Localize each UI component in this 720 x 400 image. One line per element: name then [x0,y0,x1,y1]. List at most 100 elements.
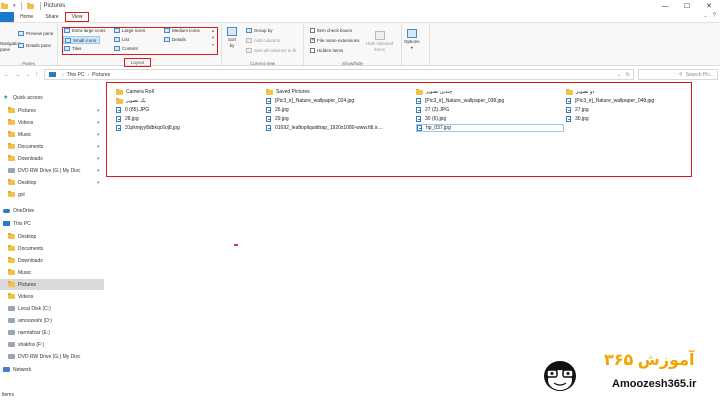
forward-arrow-icon[interactable]: → [15,72,21,78]
sidebar-item[interactable]: This PC [0,218,104,229]
sidebar-item[interactable]: DVD RW Drive (G:) My Disc ✦ [0,165,104,176]
file-item[interactable]: 26.jpg [266,106,406,114]
image-file-icon [116,107,121,113]
sidebar-item[interactable]: Videos ✦ [0,117,104,128]
folder-icon [8,155,15,161]
chevron-down-icon[interactable]: ⌄ [703,13,707,19]
folder-item[interactable]: یک تصویر [116,97,256,105]
chevron-down-icon[interactable]: ⌄ [26,72,30,78]
sidebar-item[interactable]: DVD RW Drive (G:) My Disc [0,351,104,362]
address-bar[interactable]: › This PC › Pictures ⌄ ↻ [44,69,634,80]
sidebar-item[interactable]: Network [0,364,104,375]
folder-icon [266,88,273,95]
folder-icon [8,119,15,125]
sidebar-item[interactable]: Pictures ✦ [0,105,104,116]
tab-share[interactable]: Share [39,12,64,22]
sidebar-item[interactable]: gol [0,189,104,200]
file-item[interactable]: 28.jpg [116,115,256,123]
minimize-button[interactable]: — [654,0,676,12]
search-box[interactable]: ⚲ Search Pic... [638,69,718,80]
file-item[interactable]: hp_037.jpg [416,124,564,132]
sidebar-item[interactable]: Pictures [0,279,104,290]
breadcrumb-this-pc[interactable]: This PC [67,72,85,78]
hidden-items-toggle[interactable]: Hidden items [310,48,343,53]
options-button[interactable]: Options ▾ [404,29,420,50]
folder-item[interactable]: Saved Pictures [266,88,406,96]
file-name: یک تصویر [126,98,146,104]
help-icon[interactable]: ? [713,13,716,19]
tab-view[interactable]: View [64,12,90,22]
tab-file[interactable] [0,12,14,22]
item-check-boxes-toggle[interactable]: Item check boxes [310,28,352,33]
file-name-extensions-toggle[interactable]: File name extensions [310,37,360,43]
sidebar-item[interactable]: Documents ✦ [0,141,104,152]
tab-home[interactable]: Home [14,12,39,22]
image-file-icon [266,116,271,122]
file-item[interactable]: 01692_leaftopliquidtrap_1920x1080-www.fd… [266,124,406,132]
sidebar-item[interactable]: Desktop [0,231,104,242]
file-item[interactable]: 29.jpg [266,115,406,123]
sidebar-item[interactable]: Downloads [0,255,104,266]
breadcrumb-pictures[interactable]: Pictures [92,72,110,78]
sidebar-item[interactable]: shakhsi (F:) [0,339,104,350]
close-button[interactable]: ✕ [698,0,720,12]
file-name: چندین تصویر [426,89,453,95]
file-name-extensions-checkbox[interactable] [310,37,315,43]
sidebar-item[interactable]: Music [0,267,104,278]
add-columns-button[interactable]: Add columns [246,38,280,43]
folder-item[interactable]: چندین تصویر [416,88,556,96]
up-arrow-icon[interactable]: ↑ [35,72,38,78]
sidebar-item-label: DVD RW Drive (G:) My Disc [18,353,81,360]
hide-selected-items-button[interactable]: Hide selected items [366,31,393,53]
preview-pane-button[interactable]: Preview pane [18,31,53,36]
folder-icon [8,233,15,239]
file-item[interactable]: [Pic3_ir]_Nature_wallpaper_024.jpg [266,97,406,105]
file-item[interactable]: 30 (6).jpg [416,115,556,123]
refresh-icon[interactable]: ↻ [626,72,630,78]
sidebar-item[interactable]: Downloads ✦ [0,153,104,164]
sidebar-item[interactable]: Local Disk (C:) [0,303,104,314]
sidebar-item[interactable]: ★ Quick access [0,92,104,103]
folder-item[interactable]: Camera Roll [116,88,256,96]
folder-icon [26,2,34,9]
hidden-items-checkbox[interactable] [310,48,315,53]
pin-icon: ✦ [96,131,100,137]
details-pane-button[interactable]: Details pane [18,43,51,48]
size-all-columns-button[interactable]: Size all columns to fit [246,48,296,53]
sort-by-button[interactable]: Sort by [227,27,237,49]
file-item[interactable]: [Pic3_ir]_Nature_wallpaper_038.jpg [416,97,556,105]
chevron-down-icon[interactable]: ▾ [13,3,16,9]
sidebar-item-label: Downloads [18,155,43,162]
options-icon [406,29,417,38]
sidebar-item[interactable]: Videos [0,291,104,302]
sidebar-item-label: Videos [18,119,34,126]
address-dropdown-icon[interactable]: ⌄ [617,72,621,78]
file-item[interactable]: 0 (85).JPG [116,106,256,114]
navigation-buttons: ← → ⌄ ↑ [0,72,38,78]
sidebar-item[interactable]: Desktop ✦ [0,177,104,188]
file-item[interactable]: 27 (2).JPG [416,106,556,114]
file-item[interactable]: 30.jpg [566,115,706,123]
sidebar-item[interactable]: Music ✦ [0,129,104,140]
back-arrow-icon[interactable]: ← [4,72,10,78]
file-item[interactable]: 27.jpg [566,106,706,114]
panes-group: Navigation pane Preview pane Details pan… [0,23,58,67]
folder-item[interactable]: دو تصویر [566,88,706,96]
sidebar-item[interactable]: Documents [0,243,104,254]
folder-icon [8,269,15,275]
maximize-button[interactable]: ☐ [676,0,698,12]
pin-icon: ✦ [96,167,100,173]
search-input[interactable]: Search Pic... [686,72,714,78]
sidebar-item[interactable]: narmafzar (E:) [0,327,104,338]
sidebar-item[interactable]: amoozeshi (D:) [0,315,104,326]
sidebar-item[interactable]: OneDrive [0,205,104,216]
sidebar-item-label: shakhsi (F:) [18,341,45,348]
item-check-boxes-checkbox[interactable] [310,28,315,33]
drive-icon [8,330,15,335]
sidebar-item-label: Documents [18,143,44,150]
group-by-button[interactable]: Group by [246,28,273,33]
file-item[interactable]: 31pkmjyy8dbkqc6oj8.jpg [116,124,256,132]
sidebar-item-label: Pictures [18,281,37,288]
file-item[interactable]: [Pic3_ir]_Nature_wallpaper_048.jpg [566,97,706,105]
folder-icon[interactable] [1,2,8,9]
